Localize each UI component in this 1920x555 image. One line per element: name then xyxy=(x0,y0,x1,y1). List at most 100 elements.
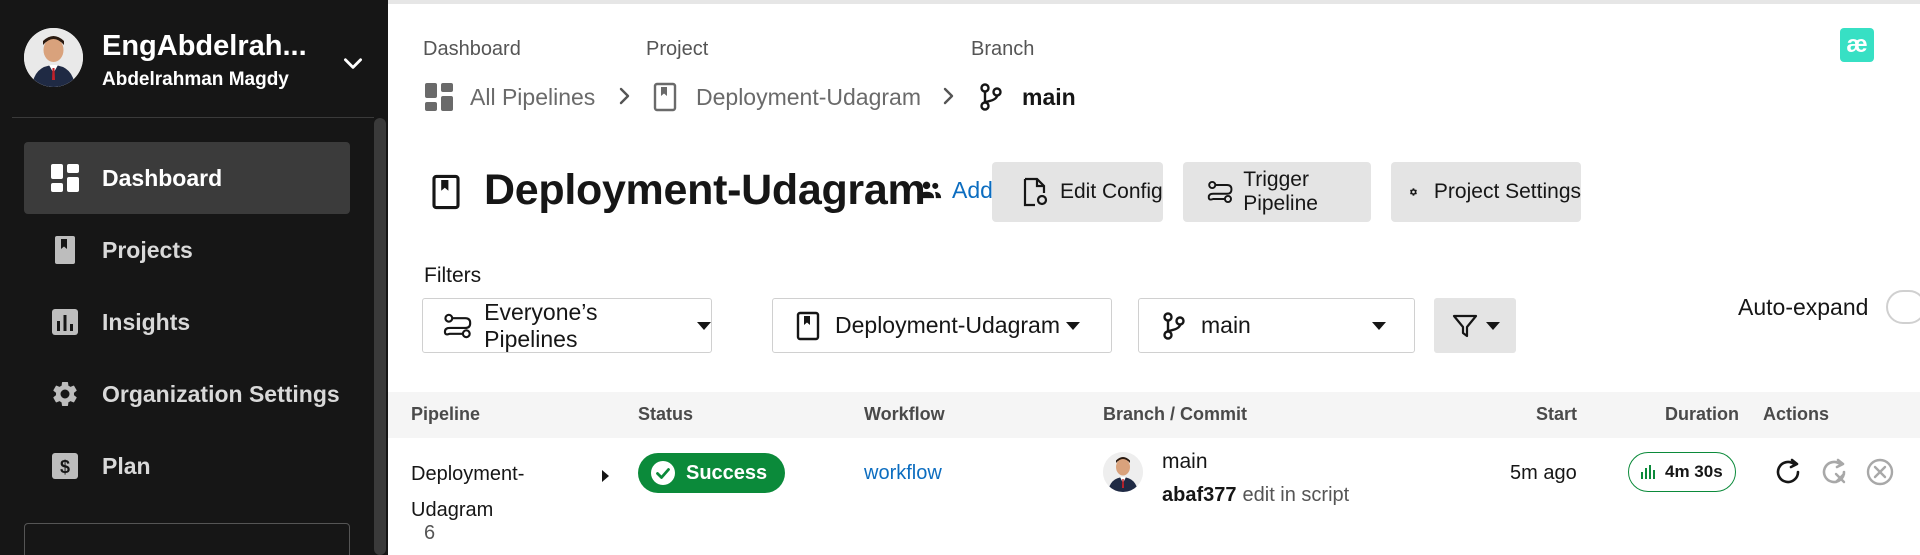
pipelines-filter-value: Everyone’s Pipelines xyxy=(484,298,598,352)
breadcrumb-dashboard-label: Dashboard xyxy=(423,38,521,60)
branch-filter-dropdown[interactable]: main xyxy=(1138,298,1415,353)
logo: æ xyxy=(1840,28,1874,62)
filters-label: Filters xyxy=(424,264,482,287)
auto-expand-label: Auto-expand xyxy=(1738,294,1869,320)
sidebar-divider xyxy=(12,117,374,118)
project-settings-label: Project Settings xyxy=(1433,180,1581,203)
git-branch-icon xyxy=(1163,311,1185,340)
dashboard-icon xyxy=(51,164,79,192)
status-badge[interactable]: Success xyxy=(638,453,786,493)
sidebar-item-organization-settings[interactable]: Organization Settings xyxy=(24,358,350,430)
workflow-link[interactable]: workflow xyxy=(864,462,942,485)
file-gear-icon xyxy=(1023,177,1048,207)
commit-info: abaf377 edit in script xyxy=(1162,484,1349,507)
gear-icon xyxy=(53,381,77,406)
pipeline-icon xyxy=(1207,180,1233,204)
cancel-icon[interactable] xyxy=(1862,454,1898,490)
pipeline-name-link[interactable]: Deployment-Udagram xyxy=(411,456,571,528)
book-icon xyxy=(432,174,460,210)
column-branch-commit: Branch / Commit xyxy=(1103,404,1248,424)
breadcrumb-project-value: Deployment-Udagram xyxy=(696,83,921,110)
breadcrumb-dashboard-value: All Pipelines xyxy=(470,83,596,110)
people-icon xyxy=(918,181,942,199)
gear-icon xyxy=(1409,188,1417,196)
chevron-right-icon xyxy=(619,87,630,105)
page-title: Deployment-Udagram xyxy=(484,166,926,214)
column-status: Status xyxy=(638,404,694,424)
book-icon xyxy=(55,236,75,264)
breadcrumb-branch[interactable]: main xyxy=(976,80,1076,114)
column-actions: Actions xyxy=(1763,404,1830,424)
trigger-pipeline-label: Trigger Pipeline xyxy=(1243,168,1318,215)
project-filter-dropdown[interactable]: Deployment-Udagram xyxy=(772,298,1112,353)
sidebar-item-label: Insights xyxy=(102,308,191,335)
table-row: Deployment-Udagram 6 Success workflow ma… xyxy=(388,438,1920,555)
project-settings-button[interactable]: Project Settings xyxy=(1391,162,1581,222)
pipelines-filter-dropdown[interactable]: Everyone’s Pipelines xyxy=(422,298,712,353)
sidebar-item-insights[interactable]: Insights xyxy=(24,286,350,358)
chevron-down-icon[interactable] xyxy=(340,50,366,76)
caret-down-icon xyxy=(697,321,711,330)
column-workflow: Workflow xyxy=(864,404,945,424)
rerun-icon[interactable] xyxy=(1770,454,1806,490)
trigger-pipeline-button[interactable]: Trigger Pipeline xyxy=(1183,162,1371,222)
sidebar-item-label: Dashboard xyxy=(102,164,223,191)
edit-config-label: Edit Config xyxy=(1060,180,1163,203)
commit-message: edit in script xyxy=(1242,484,1350,506)
sidebar-item-dashboard[interactable]: Dashboard xyxy=(24,142,350,214)
sidebar-scrollbar[interactable] xyxy=(374,118,386,555)
dashboard-icon xyxy=(425,83,453,111)
app-root: EngAbdelrah... Abdelrahman Magdy Dashboa… xyxy=(0,0,1920,555)
bar-chart-icon xyxy=(52,309,78,335)
breadcrumb-branch-value: main xyxy=(1022,83,1076,110)
breadcrumb-all-pipelines[interactable]: All Pipelines xyxy=(424,80,595,114)
book-icon xyxy=(653,82,677,112)
sidebar-footer-box[interactable] xyxy=(24,523,350,555)
breadcrumb-project[interactable]: Deployment-Udagram xyxy=(650,80,921,114)
branch-filter-value: main xyxy=(1201,312,1251,338)
caret-down-icon xyxy=(1372,321,1386,330)
filter-options-button[interactable] xyxy=(1434,298,1516,353)
expand-row-icon[interactable] xyxy=(602,470,609,482)
column-pipeline: Pipeline xyxy=(411,404,481,424)
duration-badge[interactable]: 4m 30s xyxy=(1628,452,1736,492)
git-branch-icon xyxy=(980,83,1002,111)
sidebar-item-label: Plan xyxy=(102,452,151,479)
user-menu[interactable]: EngAbdelrah... Abdelrahman Magdy xyxy=(24,28,370,92)
svg-text:$: $ xyxy=(60,457,70,477)
breadcrumb-branch-label: Branch xyxy=(971,38,1035,60)
project-filter-value: Deployment-Udagram xyxy=(835,312,1060,338)
sidebar-item-label: Projects xyxy=(102,236,193,263)
user-name: EngAbdelrah... xyxy=(102,30,307,62)
chevron-right-icon xyxy=(943,87,954,105)
avatar xyxy=(24,28,83,87)
funnel-icon xyxy=(1452,314,1478,337)
dollar-icon: $ xyxy=(52,453,78,479)
sidebar-item-projects[interactable]: Projects xyxy=(24,214,350,286)
branch-name: main xyxy=(1162,450,1208,473)
sidebar-item-plan[interactable]: $ Plan xyxy=(24,430,350,502)
sidebar-nav: Dashboard Projects Insights Organization… xyxy=(24,142,350,502)
caret-down-icon xyxy=(1065,321,1080,330)
status-label: Success xyxy=(686,461,768,484)
user-full-name: Abdelrahman Magdy xyxy=(102,69,289,90)
sidebar-item-label: Organization Settings xyxy=(102,380,340,407)
main-content: Dashboard Project Branch All Pipelines D… xyxy=(388,0,1920,555)
breadcrumb-project-label: Project xyxy=(646,38,709,60)
check-circle-icon xyxy=(651,461,675,485)
start-time: 5m ago xyxy=(1510,462,1577,484)
column-duration: Duration xyxy=(1665,404,1739,424)
pipeline-icon xyxy=(443,313,472,338)
book-icon xyxy=(796,311,820,340)
avatar xyxy=(1103,452,1143,492)
rerun-failed-icon[interactable] xyxy=(1816,454,1852,490)
bar-chart-icon xyxy=(1641,465,1655,479)
column-start: Start xyxy=(1536,404,1578,424)
caret-down-icon xyxy=(1486,321,1500,330)
table-header: Pipeline Status Workflow Branch / Commit… xyxy=(388,392,1920,438)
pipeline-number: 6 xyxy=(424,522,436,544)
sidebar: EngAbdelrah... Abdelrahman Magdy Dashboa… xyxy=(0,0,388,555)
edit-config-button[interactable]: Edit Config xyxy=(992,162,1163,222)
commit-hash-link[interactable]: abaf377 xyxy=(1162,484,1237,506)
auto-expand-toggle[interactable] xyxy=(1886,290,1920,324)
